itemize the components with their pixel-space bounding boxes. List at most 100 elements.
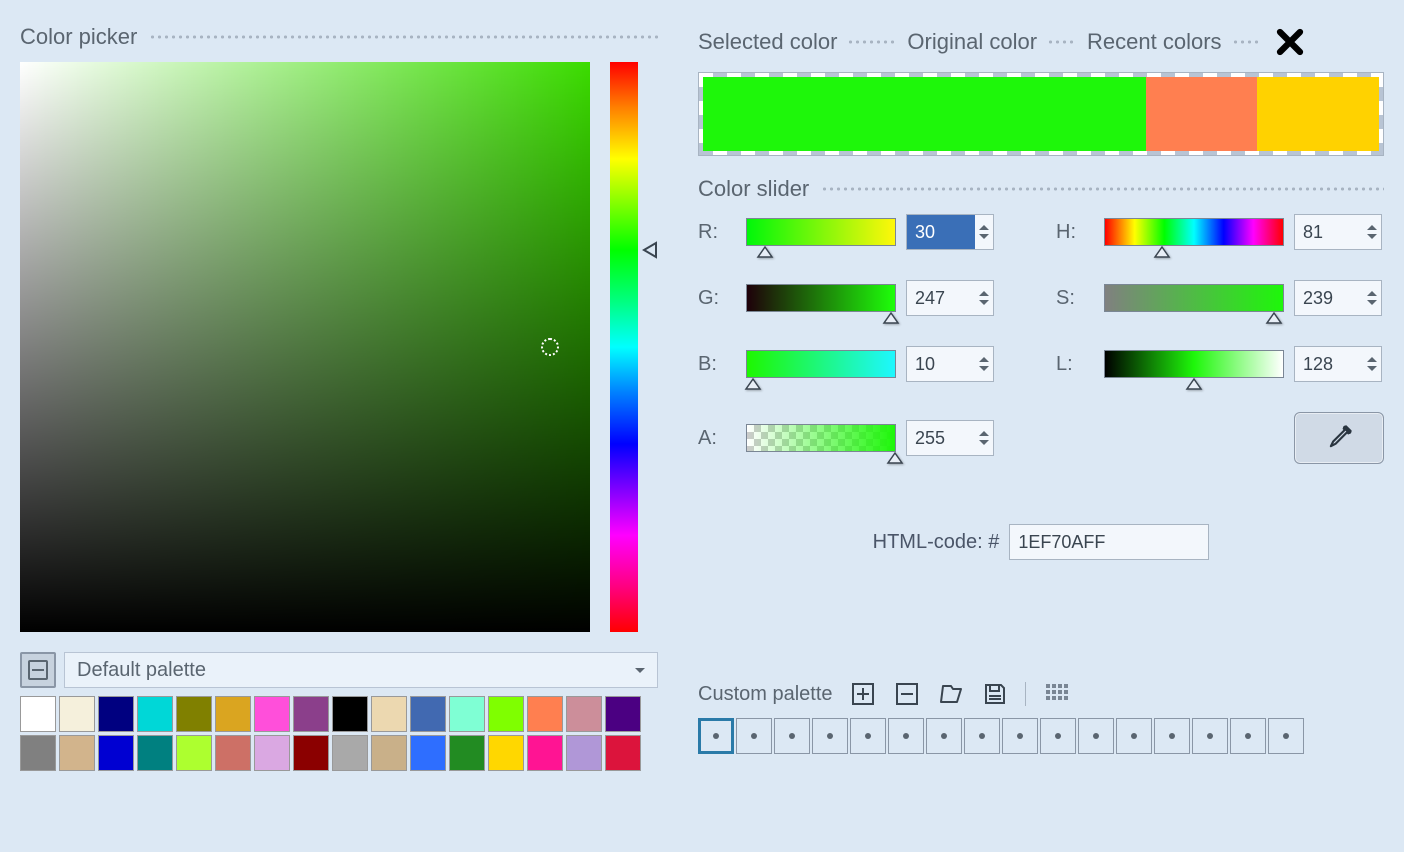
custom-swatch[interactable] [1154, 718, 1190, 754]
open-palette-button[interactable] [937, 680, 965, 708]
custom-swatch[interactable] [774, 718, 810, 754]
grid-view-button[interactable] [1042, 680, 1070, 708]
custom-swatch[interactable] [888, 718, 924, 754]
spinner-input-g[interactable] [907, 281, 975, 315]
sv-cursor[interactable] [541, 338, 559, 356]
custom-swatch[interactable] [736, 718, 772, 754]
custom-swatch[interactable] [964, 718, 1000, 754]
spinner-up[interactable] [1367, 357, 1377, 362]
spinner-down[interactable] [979, 440, 989, 445]
save-palette-button[interactable] [981, 680, 1009, 708]
selected-color-swatch[interactable] [703, 77, 1146, 151]
slider-l[interactable] [1104, 350, 1284, 378]
palette-swatch[interactable] [332, 735, 368, 771]
custom-swatch[interactable] [926, 718, 962, 754]
palette-swatch[interactable] [605, 735, 641, 771]
slider-thumb[interactable] [886, 451, 904, 465]
palette-swatch[interactable] [566, 696, 602, 732]
spinner-g[interactable] [906, 280, 994, 316]
slider-thumb[interactable] [1185, 377, 1203, 391]
palette-swatch[interactable] [293, 696, 329, 732]
spinner-down[interactable] [1367, 234, 1377, 239]
palette-swatch[interactable] [215, 696, 251, 732]
eyedropper-button[interactable] [1294, 412, 1384, 464]
palette-swatch[interactable] [527, 735, 563, 771]
palette-swatch[interactable] [410, 696, 446, 732]
palette-swatch[interactable] [293, 735, 329, 771]
spinner-up[interactable] [979, 431, 989, 436]
palette-swatch[interactable] [137, 735, 173, 771]
custom-swatch[interactable] [1268, 718, 1304, 754]
spinner-input-l[interactable] [1295, 347, 1363, 381]
palette-swatch[interactable] [488, 735, 524, 771]
custom-swatch[interactable] [698, 718, 734, 754]
palette-swatch[interactable] [254, 696, 290, 732]
palette-swatch[interactable] [254, 735, 290, 771]
palette-swatch[interactable] [410, 735, 446, 771]
html-code-input[interactable] [1009, 524, 1209, 560]
palette-swatch[interactable] [98, 735, 134, 771]
spinner-input-h[interactable] [1295, 215, 1363, 249]
palette-swatch[interactable] [98, 696, 134, 732]
add-swatch-button[interactable] [849, 680, 877, 708]
custom-swatch[interactable] [812, 718, 848, 754]
palette-swatch[interactable] [566, 735, 602, 771]
spinner-up[interactable] [1367, 291, 1377, 296]
custom-swatch[interactable] [1040, 718, 1076, 754]
spinner-down[interactable] [979, 366, 989, 371]
slider-b[interactable] [746, 350, 896, 378]
custom-swatch[interactable] [850, 718, 886, 754]
palette-swatch[interactable] [605, 696, 641, 732]
spinner-input-s[interactable] [1295, 281, 1363, 315]
palette-swatch[interactable] [137, 696, 173, 732]
custom-swatch[interactable] [1192, 718, 1228, 754]
custom-swatch[interactable] [1078, 718, 1114, 754]
palette-swatch[interactable] [371, 735, 407, 771]
slider-s[interactable] [1104, 284, 1284, 312]
spinner-down[interactable] [1367, 300, 1377, 305]
palette-swatch[interactable] [176, 696, 212, 732]
close-button[interactable] [1272, 24, 1308, 60]
palette-swatch[interactable] [20, 735, 56, 771]
custom-swatch[interactable] [1116, 718, 1152, 754]
spinner-up[interactable] [979, 357, 989, 362]
palette-swatch[interactable] [527, 696, 563, 732]
spinner-a[interactable] [906, 420, 994, 456]
slider-thumb[interactable] [756, 245, 774, 259]
palette-swatch[interactable] [20, 696, 56, 732]
hue-bar[interactable] [610, 62, 638, 632]
slider-thumb[interactable] [882, 311, 900, 325]
palette-swatch[interactable] [59, 735, 95, 771]
spinner-l[interactable] [1294, 346, 1382, 382]
spinner-h[interactable] [1294, 214, 1382, 250]
palette-swatch[interactable] [215, 735, 251, 771]
spinner-up[interactable] [979, 225, 989, 230]
palette-select[interactable]: Default palette [64, 652, 658, 688]
slider-r[interactable] [746, 218, 896, 246]
spinner-down[interactable] [1367, 366, 1377, 371]
palette-swatch[interactable] [332, 696, 368, 732]
slider-thumb[interactable] [744, 377, 762, 391]
saturation-value-panel[interactable] [20, 62, 590, 632]
spinner-s[interactable] [1294, 280, 1382, 316]
custom-swatch[interactable] [1230, 718, 1266, 754]
palette-swatch[interactable] [176, 735, 212, 771]
slider-thumb[interactable] [1265, 311, 1283, 325]
spinner-input-a[interactable] [907, 421, 975, 455]
spinner-down[interactable] [979, 234, 989, 239]
hue-pointer[interactable] [642, 241, 658, 259]
recent-color-swatch[interactable] [1257, 77, 1379, 151]
slider-thumb[interactable] [1153, 245, 1171, 259]
spinner-r[interactable] [906, 214, 994, 250]
palette-swatch[interactable] [371, 696, 407, 732]
spinner-up[interactable] [979, 291, 989, 296]
slider-h[interactable] [1104, 218, 1284, 246]
palette-swatch[interactable] [488, 696, 524, 732]
slider-a[interactable] [746, 424, 896, 452]
spinner-input-b[interactable] [907, 347, 975, 381]
custom-swatch[interactable] [1002, 718, 1038, 754]
original-color-swatch[interactable] [1146, 77, 1257, 151]
slider-g[interactable] [746, 284, 896, 312]
spinner-b[interactable] [906, 346, 994, 382]
remove-swatch-button[interactable] [893, 680, 921, 708]
